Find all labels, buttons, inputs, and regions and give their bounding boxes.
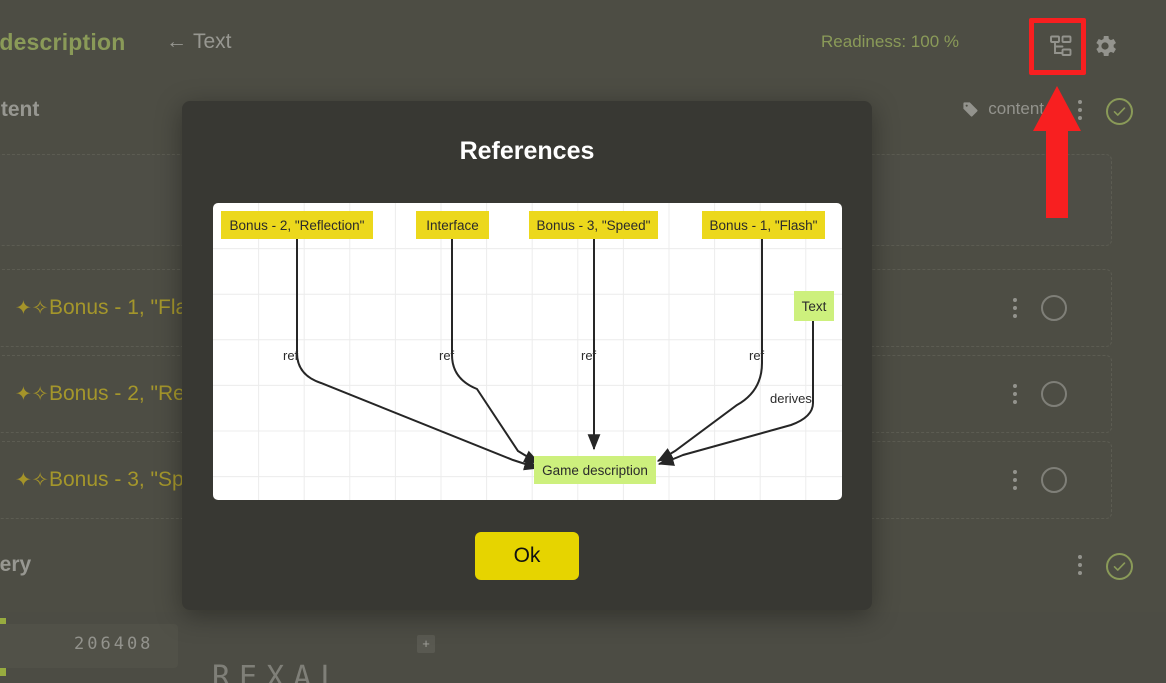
diagram-node[interactable]: Text — [794, 291, 834, 321]
diagram-edges — [296, 239, 814, 471]
diagram-node[interactable]: Interface — [416, 211, 489, 239]
app-root: Game description ←Text Readiness: 100 % — [0, 0, 1166, 683]
diagram-edge-label: ref — [283, 348, 299, 363]
diagram-edge-label: derives — [770, 391, 812, 406]
diagram-node[interactable]: Bonus - 2, "Reflection" — [221, 211, 373, 239]
diagram-node-target[interactable]: Game description — [534, 456, 656, 484]
diagram-edge-label: ref — [749, 348, 765, 363]
references-diagram[interactable]: Bonus - 2, "Reflection" Interface Bonus … — [213, 203, 842, 500]
diagram-edge-label: ref — [581, 348, 597, 363]
diagram-edge-label: ref — [439, 348, 455, 363]
ok-button[interactable]: Ok — [475, 532, 579, 580]
references-modal: References Bonus - 2, "Reflection" Inter… — [182, 101, 872, 610]
modal-title: References — [459, 137, 595, 165]
diagram-node[interactable]: Bonus - 1, "Flash" — [702, 211, 825, 239]
diagram-node[interactable]: Bonus - 3, "Speed" — [529, 211, 658, 239]
